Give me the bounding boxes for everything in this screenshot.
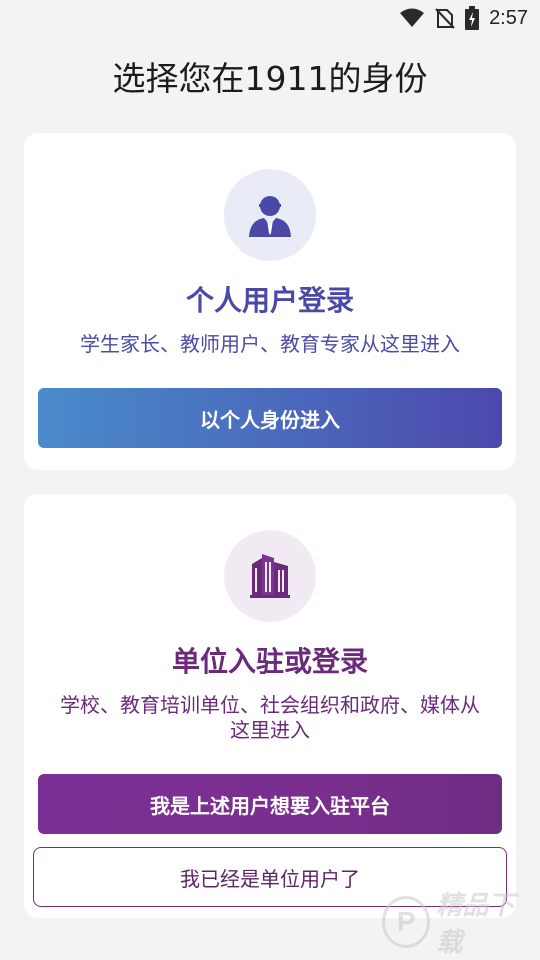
no-sim-icon	[435, 7, 455, 29]
status-bar: 2:57	[0, 0, 540, 36]
wifi-icon	[399, 7, 425, 29]
person-icon	[224, 169, 316, 261]
enter-as-individual-button[interactable]: 以个人身份进入	[38, 388, 502, 448]
personal-login-title: 个人用户登录	[185, 284, 354, 317]
page-title: 选择您在1911的身份	[112, 59, 428, 98]
org-login-title: 单位入驻或登录	[171, 645, 368, 678]
watermark-logo-icon: P	[382, 896, 431, 948]
personal-login-description: 学生家长、教师用户、教育专家从这里进入	[80, 332, 460, 356]
org-login-card: 单位入驻或登录 学校、教育培训单位、社会组织和政府、媒体从这里进入 我是上述用户…	[24, 494, 516, 918]
join-platform-button[interactable]: 我是上述用户想要入驻平台	[38, 774, 502, 834]
building-icon	[224, 530, 316, 622]
watermark: P 精品下载	[382, 891, 532, 958]
battery-charging-icon	[465, 6, 480, 30]
watermark-text: 精品下载	[436, 891, 515, 958]
org-login-description: 学校、教育培训单位、社会组织和政府、媒体从这里进入	[60, 693, 480, 742]
personal-login-card: 个人用户登录 学生家长、教师用户、教育专家从这里进入 以个人身份进入	[24, 133, 516, 470]
status-time: 2:57	[489, 6, 528, 29]
